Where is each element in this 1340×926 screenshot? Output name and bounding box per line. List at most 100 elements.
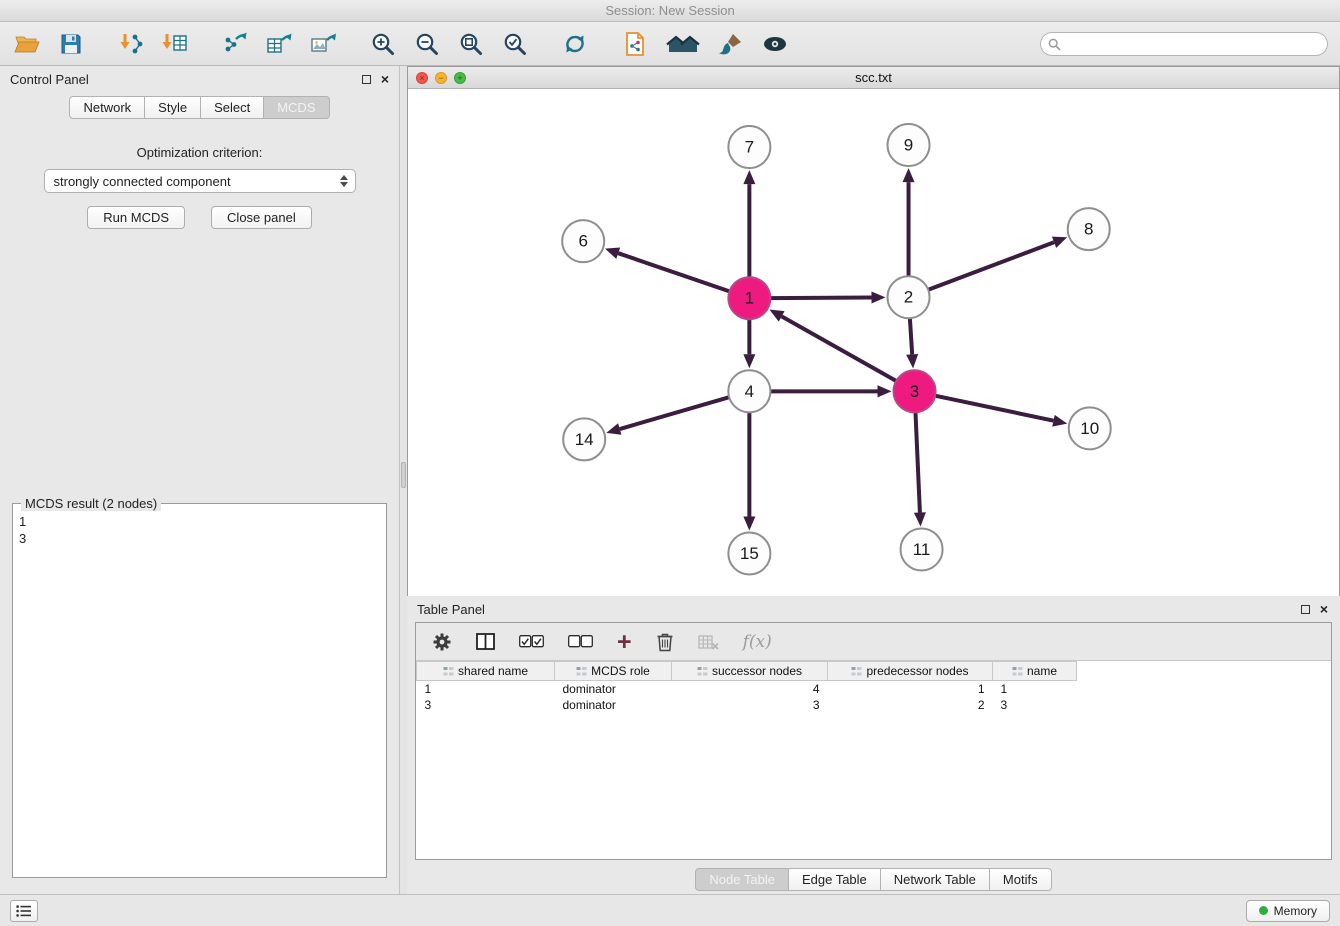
- graph-edge-2-3[interactable]: [910, 318, 912, 354]
- network-canvas[interactable]: 7968124314101511: [408, 89, 1339, 596]
- table-panel-header: Table Panel ×: [407, 596, 1340, 622]
- control-panel-close-button[interactable]: ×: [381, 74, 389, 84]
- table-panel-float-button[interactable]: [1301, 605, 1310, 614]
- column-header-predecessor-nodes[interactable]: predecessor nodes: [828, 662, 993, 681]
- main-area: Control Panel × Network Style Select MCD…: [0, 66, 1340, 894]
- control-panel-header: Control Panel ×: [0, 66, 399, 92]
- column-header-shared-name[interactable]: shared name: [417, 662, 555, 681]
- window-close-button[interactable]: ×: [416, 72, 428, 84]
- graph-node-label: 7: [745, 138, 754, 157]
- tab-network-table[interactable]: Network Table: [881, 868, 990, 891]
- column-header-filler: [1077, 662, 1332, 681]
- graph-edge-4-14[interactable]: [620, 397, 729, 429]
- refresh-icon[interactable]: [560, 28, 590, 60]
- cell-shared-name[interactable]: 3: [417, 697, 555, 713]
- table-panel-content: + f(x): [415, 622, 1332, 860]
- column-header-mcds-role[interactable]: MCDS role: [555, 662, 672, 681]
- cell-successor-nodes[interactable]: 4: [672, 681, 828, 697]
- eye-icon[interactable]: [760, 28, 790, 60]
- column-header-successor-nodes[interactable]: successor nodes: [672, 662, 828, 681]
- function-builder-icon: f(x): [743, 632, 772, 652]
- select-all-icon[interactable]: [519, 635, 544, 648]
- cell-successor-nodes[interactable]: 3: [672, 697, 828, 713]
- graph-edge-arrow: [1052, 415, 1067, 427]
- export-table-icon[interactable]: [264, 28, 294, 60]
- import-network-icon[interactable]: [116, 28, 146, 60]
- graph-edge-3-10[interactable]: [935, 396, 1053, 421]
- control-panel-float-button[interactable]: [362, 75, 371, 84]
- column-type-icon: [697, 666, 708, 677]
- tab-mcds[interactable]: MCDS: [264, 96, 329, 119]
- table-panel-close-button[interactable]: ×: [1320, 604, 1328, 614]
- tab-motifs[interactable]: Motifs: [990, 868, 1052, 891]
- cell-name[interactable]: 3: [993, 697, 1077, 713]
- style-brush-icon[interactable]: [716, 28, 746, 60]
- table-row[interactable]: 1 dominator 4 1 1: [417, 681, 1332, 697]
- cell-predecessor-nodes[interactable]: 1: [828, 681, 993, 697]
- optimization-criterion-dropdown[interactable]: strongly connected component: [44, 169, 356, 193]
- search-icon: [1048, 38, 1061, 51]
- zoom-selected-icon[interactable]: [500, 28, 530, 60]
- cell-name[interactable]: 1: [993, 681, 1077, 697]
- document-share-icon[interactable]: [620, 28, 650, 60]
- add-column-icon[interactable]: +: [617, 632, 632, 652]
- memory-label: Memory: [1274, 904, 1317, 918]
- zoom-in-icon[interactable]: [368, 28, 398, 60]
- window-zoom-button[interactable]: +: [454, 72, 466, 84]
- network-graph[interactable]: 7968124314101511: [408, 89, 1339, 596]
- graph-edge-1-2[interactable]: [770, 297, 871, 298]
- dropdown-arrows-icon: [340, 175, 348, 187]
- column-layout-icon[interactable]: [476, 633, 495, 650]
- splitter-grip[interactable]: [401, 462, 406, 488]
- cell-predecessor-nodes[interactable]: 2: [828, 697, 993, 713]
- cell-shared-name[interactable]: 1: [417, 681, 555, 697]
- home-icon[interactable]: [664, 28, 702, 60]
- memory-button[interactable]: Memory: [1246, 900, 1330, 922]
- graph-edge-3-1[interactable]: [782, 316, 897, 381]
- table-row[interactable]: 3 dominator 3 2 3: [417, 697, 1332, 713]
- graph-node-label: 8: [1084, 220, 1093, 239]
- graph-node-label: 15: [740, 544, 759, 563]
- graph-edge-arrow: [743, 354, 755, 368]
- tab-style[interactable]: Style: [145, 96, 201, 119]
- graph-edge-arrow: [914, 512, 926, 526]
- deselect-all-icon[interactable]: [568, 635, 593, 648]
- table-tabs: Node Table Edge Table Network Table Moti…: [407, 860, 1340, 894]
- tab-select[interactable]: Select: [201, 96, 264, 119]
- run-mcds-button[interactable]: Run MCDS: [87, 206, 185, 229]
- tab-edge-table[interactable]: Edge Table: [789, 868, 881, 891]
- gear-icon[interactable]: [432, 632, 452, 652]
- network-window-title: scc.txt: [855, 70, 892, 85]
- panel-splitter[interactable]: [400, 66, 407, 894]
- graph-node-label: 11: [913, 540, 931, 559]
- network-window-titlebar[interactable]: × − + scc.txt: [408, 67, 1339, 89]
- window-minimize-button[interactable]: −: [435, 72, 447, 84]
- export-network-icon[interactable]: [220, 28, 250, 60]
- task-history-button[interactable]: [10, 900, 38, 922]
- graph-node-label: 9: [904, 136, 913, 155]
- graph-edge-3-11[interactable]: [915, 412, 919, 512]
- save-icon[interactable]: [56, 28, 86, 60]
- table-panel: Table Panel ×: [407, 596, 1340, 894]
- graph-edge-arrow: [906, 354, 918, 368]
- control-panel-tabs: Network Style Select MCDS: [0, 96, 399, 119]
- graph-node-label: 1: [745, 289, 754, 308]
- tab-network[interactable]: Network: [69, 96, 145, 119]
- zoom-out-icon[interactable]: [412, 28, 442, 60]
- cell-mcds-role[interactable]: dominator: [555, 681, 672, 697]
- column-header-name[interactable]: name: [993, 662, 1077, 681]
- table-toolbar: + f(x): [416, 623, 1331, 661]
- zoom-fit-icon[interactable]: [456, 28, 486, 60]
- export-image-icon[interactable]: [308, 28, 338, 60]
- graph-edge-arrow: [903, 168, 915, 182]
- open-folder-icon[interactable]: [12, 28, 42, 60]
- cell-mcds-role[interactable]: dominator: [555, 697, 672, 713]
- import-table-icon[interactable]: [160, 28, 190, 60]
- graph-edge-2-8[interactable]: [928, 242, 1054, 290]
- tab-node-table[interactable]: Node Table: [695, 868, 789, 891]
- graph-edge-1-6[interactable]: [618, 253, 729, 291]
- search-input[interactable]: [1040, 32, 1328, 56]
- close-panel-button[interactable]: Close panel: [211, 206, 312, 229]
- column-type-icon: [576, 666, 587, 677]
- trash-icon[interactable]: [656, 631, 674, 652]
